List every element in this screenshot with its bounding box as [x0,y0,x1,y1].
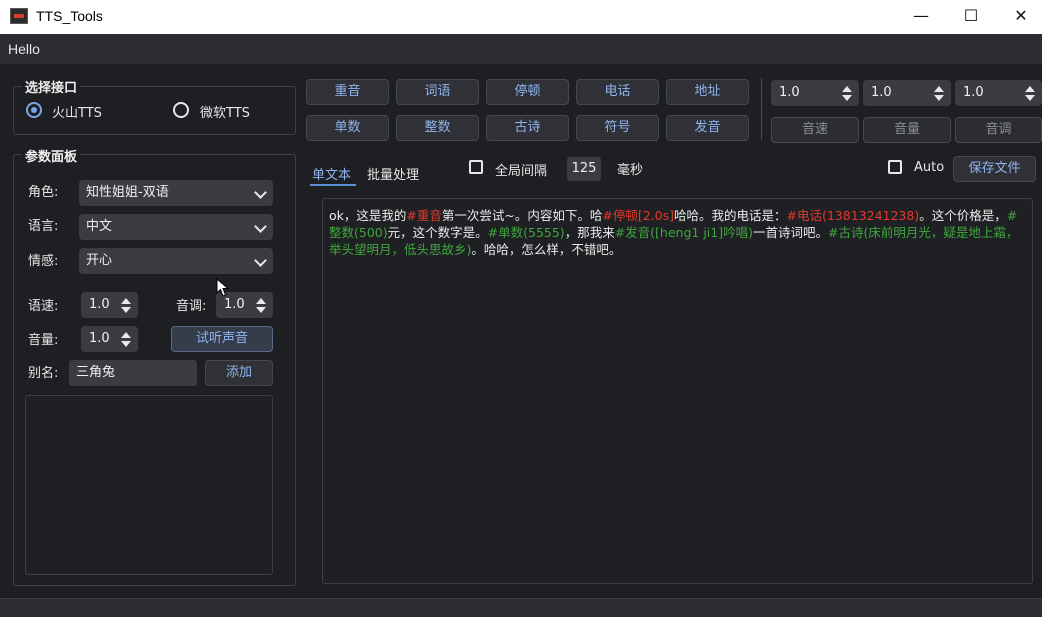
editor-segment: 。这个价格是， [919,208,1007,223]
tag-word-button[interactable]: 词语 [396,79,479,105]
status-bar [0,598,1042,617]
editor-segment: #电话(13813241238) [786,208,920,223]
tag-symbol-button[interactable]: 符号 [576,115,659,141]
alias-label: 别名: [28,366,59,381]
volume-spinbox[interactable]: 1.0 [81,326,138,352]
global-speed-spinbox[interactable]: 1.0 [771,80,859,106]
spin-arrows-icon[interactable] [121,297,131,313]
radio-volc-tts[interactable] [26,102,42,118]
params-group-title: 参数面板 [22,146,81,165]
app-icon [10,8,28,24]
spin-arrows-icon[interactable] [256,297,266,313]
global-volume-value: 1.0 [871,85,892,100]
emotion-value: 开心 [86,253,113,268]
tab-batch[interactable]: 批量处理 [367,164,419,183]
tag-poem-button[interactable]: 古诗 [486,115,569,141]
editor-segment: 。哈哈，怎么样，不错吧。 [471,242,622,257]
pitch-value: 1.0 [224,297,245,312]
maximize-button[interactable]: ☐ [946,0,996,34]
tag-digits-button[interactable]: 单数 [306,115,389,141]
spin-arrows-icon[interactable] [121,331,131,347]
volume-label: 音量: [28,333,59,348]
spin-arrows-icon[interactable] [934,85,944,101]
spin-arrows-icon[interactable] [842,85,852,101]
emotion-select[interactable]: 开心 [79,248,273,274]
global-pitch-spinbox[interactable]: 1.0 [955,80,1042,106]
editor-segment: #单数(5555) [487,225,565,240]
main-area: 选择接口 火山TTS 微软TTS 参数面板 角色: 知性姐姐-双语 语言: 中文… [0,64,1042,617]
tab-active-indicator [310,184,356,186]
text-editor[interactable]: ok，这是我的#重音第一次尝试~。内容如下。哈#停顿[2.0s]哈哈。我的电话是… [322,198,1033,584]
global-pitch-value: 1.0 [963,85,984,100]
tab-single-text[interactable]: 单文本 [312,164,351,183]
tag-stress-button[interactable]: 重音 [306,79,389,105]
editor-segment: 元，这个数字是。 [387,225,488,240]
toolbar-separator [761,78,762,140]
editor-segment: 哈哈。我的电话是： [673,208,787,223]
window-title: TTS_Tools [36,8,103,24]
emotion-label: 情感: [28,254,59,269]
preview-voice-button[interactable]: 试听声音 [171,326,273,352]
interval-unit: 毫秒 [617,163,644,178]
editor-segment: #发音([heng1 ji1]吟唱) [614,225,753,240]
role-label: 角色: [28,185,59,200]
language-value: 中文 [86,219,113,234]
chevron-down-icon [254,254,267,267]
tag-pronounce-button[interactable]: 发音 [666,115,749,141]
pitch-label: 音调: [176,299,207,314]
speed-label: 语速: [28,299,59,314]
global-interval-label: 全局间隔 [495,164,548,179]
alias-input[interactable]: 三角兔 [69,360,197,386]
editor-segment: 一首诗词吧。 [752,225,828,240]
interval-input[interactable]: 125 [567,157,601,181]
volume-button[interactable]: 音量 [863,117,951,143]
global-interval-checkbox[interactable] [469,160,483,174]
add-button[interactable]: 添加 [205,360,273,386]
radio-volc-tts-label[interactable]: 火山TTS [52,102,102,121]
interface-group-title: 选择接口 [22,77,81,96]
chevron-down-icon [254,186,267,199]
editor-segment: #停顿[2.0s] [602,208,674,223]
menu-item-hello[interactable]: Hello [8,41,40,57]
tag-pause-button[interactable]: 停顿 [486,79,569,105]
radio-ms-tts-label[interactable]: 微软TTS [200,102,250,121]
editor-segment: 第一次尝试~。内容如下。哈 [441,208,603,223]
global-speed-value: 1.0 [779,85,800,100]
save-file-button[interactable]: 保存文件 [953,156,1036,182]
tag-address-button[interactable]: 地址 [666,79,749,105]
speed-button[interactable]: 音速 [771,117,859,143]
tag-integer-button[interactable]: 整数 [396,115,479,141]
auto-checkbox[interactable] [888,160,902,174]
spin-arrows-icon[interactable] [1025,85,1035,101]
editor-content[interactable]: ok，这是我的#重音第一次尝试~。内容如下。哈#停顿[2.0s]哈哈。我的电话是… [329,207,1027,258]
title-bar: TTS_Tools — ☐ ✕ [0,0,1042,34]
volume-value: 1.0 [89,331,110,346]
role-select[interactable]: 知性姐姐-双语 [79,180,273,206]
mouse-cursor-icon [216,278,230,297]
pitch-button[interactable]: 音调 [955,117,1042,143]
editor-segment: ，那我来 [564,225,615,240]
speed-spinbox[interactable]: 1.0 [81,292,138,318]
minimize-button[interactable]: — [896,0,946,34]
menu-bar: Hello [0,34,1042,64]
editor-segment: #重音 [406,208,442,223]
auto-label: Auto [914,160,945,175]
close-button[interactable]: ✕ [996,0,1042,34]
alias-list[interactable] [25,395,273,575]
role-value: 知性姐姐-双语 [86,185,169,200]
language-select[interactable]: 中文 [79,214,273,240]
language-label: 语言: [28,219,59,234]
tag-phone-button[interactable]: 电话 [576,79,659,105]
global-volume-spinbox[interactable]: 1.0 [863,80,951,106]
speed-value: 1.0 [89,297,110,312]
chevron-down-icon [254,220,267,233]
radio-ms-tts[interactable] [173,102,189,118]
editor-segment: ok，这是我的 [329,208,407,223]
